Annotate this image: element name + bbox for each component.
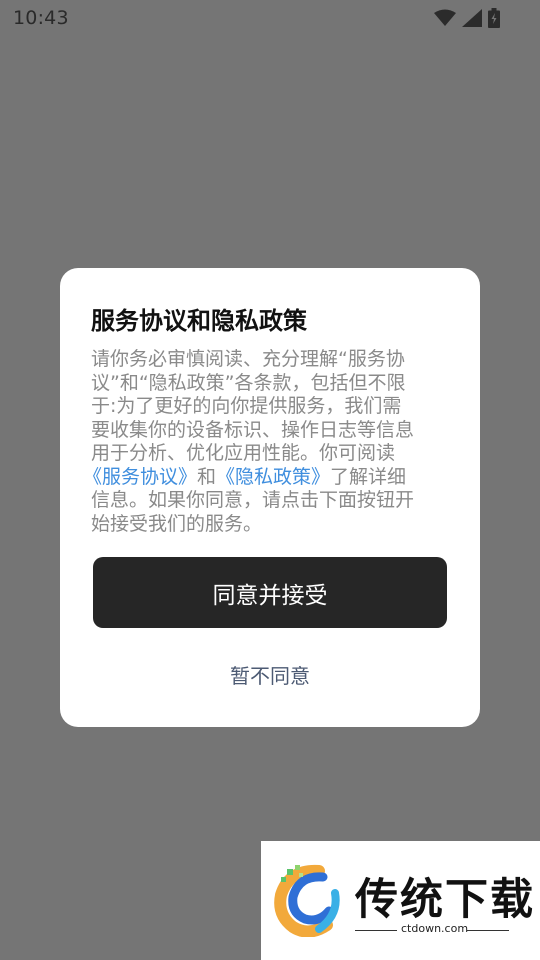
dialog-title: 服务协议和隐私政策 [91, 307, 307, 335]
watermark-brand: 传统下载 [355, 875, 535, 925]
decline-button[interactable]: 暂不同意 [60, 660, 480, 689]
body-line: 始接受我们的服务。 [91, 512, 263, 535]
body-line: 要收集你的设备标识、操作日志等信息 [91, 418, 415, 441]
body-text-and: 和 [197, 465, 217, 488]
accept-button[interactable]: 同意并接受 [93, 557, 447, 628]
watermark-divider [467, 930, 509, 931]
status-bar: 10:43 [0, 0, 540, 36]
watermark-divider [355, 930, 397, 931]
ctdown-logo-icon [274, 864, 340, 937]
body-text-tail: 了解详细 [330, 465, 407, 488]
body-line: 于:为了更好的向你提供服务，我们需 [91, 395, 402, 417]
privacy-dialog: 服务协议和隐私政策 请你务必审慎阅读、充分理解“服务协 议”和“隐私政策”各条款… [60, 268, 480, 727]
battery-icon [488, 8, 500, 32]
body-line: 《服务协议》和《隐私政策》了解详细 [83, 466, 451, 490]
body-line: 议”和“隐私政策”各条款，包括但不限 [91, 371, 406, 394]
service-agreement-link[interactable]: 《服务协议》 [83, 466, 197, 488]
body-line: 请你务必审慎阅读、充分理解“服务协 [91, 348, 405, 370]
signal-icon [462, 9, 482, 31]
status-icons [434, 8, 500, 32]
status-time: 10:43 [13, 7, 69, 29]
wifi-icon [434, 9, 456, 31]
dialog-body: 请你务必审慎阅读、充分理解“服务协 议”和“隐私政策”各条款，包括但不限 于:为… [83, 348, 451, 536]
watermark-domain: ctdown.com [401, 922, 469, 935]
privacy-policy-link[interactable]: 《隐私政策》 [216, 466, 330, 488]
body-line: 用于分析、优化应用性能。你可阅读 [91, 442, 396, 464]
watermark: 传统下载 ctdown.com [261, 841, 540, 960]
body-line: 信息。如果你同意，请点击下面按钮开 [91, 489, 415, 511]
